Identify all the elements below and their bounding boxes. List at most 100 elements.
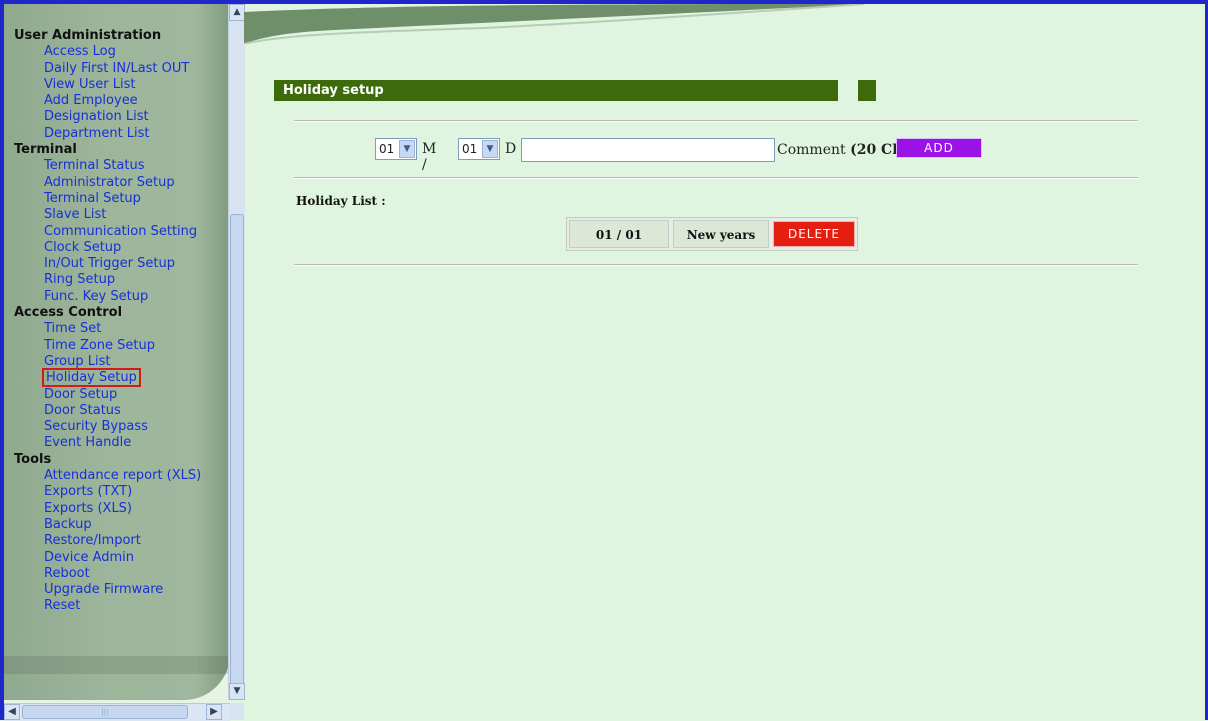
sidebar-item-label: Slave List bbox=[44, 207, 107, 223]
sidebar-item-label: Communication Setting bbox=[44, 223, 198, 239]
sidebar-item-restore-import[interactable]: Restore/Import bbox=[14, 533, 201, 549]
chevron-down-icon[interactable]: ▼ bbox=[482, 140, 498, 158]
sidebar-horizontal-scrollbar[interactable]: ◀ ||| ▶ bbox=[4, 703, 230, 721]
sidebar-item-label: Daily First IN/Last OUT bbox=[44, 60, 190, 76]
sidebar-item-label: Security Bypass bbox=[44, 419, 148, 435]
sidebar-item-label: Time Set bbox=[44, 321, 102, 337]
sidebar-item-func-key-setup[interactable]: Func. Key Setup bbox=[14, 289, 201, 305]
sidebar-item-group-list[interactable]: Group List bbox=[14, 354, 201, 370]
sidebar-item-label: Exports (TXT) bbox=[44, 484, 133, 500]
sidebar-section-title: User Administration bbox=[14, 28, 162, 43]
sidebar-section-title: Access Control bbox=[14, 305, 123, 321]
sidebar-item-label: Group List bbox=[44, 353, 111, 369]
scroll-up-icon[interactable]: ▲ bbox=[229, 4, 245, 21]
scroll-left-icon[interactable]: ◀ bbox=[4, 704, 20, 720]
sidebar-item-department-list[interactable]: Department List bbox=[14, 126, 201, 142]
holiday-comment: New years bbox=[673, 220, 769, 248]
sidebar-vertical-scrollbar[interactable]: ▲ ▼ bbox=[228, 4, 245, 700]
sidebar-item-add-employee[interactable]: Add Employee bbox=[14, 93, 201, 109]
day-label: D bbox=[505, 141, 517, 157]
page-title: Holiday setup bbox=[274, 80, 838, 101]
sidebar-item-terminal-status[interactable]: Terminal Status bbox=[14, 158, 201, 174]
chevron-down-icon[interactable]: ▼ bbox=[399, 140, 415, 158]
sidebar-item-clock-setup[interactable]: Clock Setup bbox=[14, 240, 201, 256]
sidebar-item-label: Time Zone Setup bbox=[44, 337, 156, 353]
sidebar-item-security-bypass[interactable]: Security Bypass bbox=[14, 419, 201, 435]
title-decoration bbox=[858, 80, 876, 101]
delete-button[interactable]: DELETE bbox=[773, 221, 855, 247]
sidebar-item-exports-txt[interactable]: Exports (TXT) bbox=[14, 484, 201, 500]
scrollbar-corner bbox=[230, 703, 244, 720]
divider-middle bbox=[294, 177, 1138, 179]
sidebar-item-daily-first-in-last-out[interactable]: Daily First IN/Last OUT bbox=[14, 61, 201, 77]
sidebar-item-terminal-setup[interactable]: Terminal Setup bbox=[14, 191, 201, 207]
sidebar-item-communication-setting[interactable]: Communication Setting bbox=[14, 224, 201, 240]
day-value: 01 bbox=[462, 142, 478, 156]
sidebar-item-holiday-setup[interactable]: Holiday Setup bbox=[14, 368, 201, 388]
sidebar-item-door-setup[interactable]: Door Setup bbox=[14, 387, 201, 403]
sidebar-item-label: Backup bbox=[44, 516, 92, 532]
sidebar-item-time-set[interactable]: Time Set bbox=[14, 321, 201, 337]
sidebar-item-label: Door Status bbox=[44, 402, 121, 418]
scroll-thumb-horizontal[interactable]: ||| bbox=[22, 705, 188, 719]
divider-top bbox=[294, 120, 1138, 122]
sidebar-item-reboot[interactable]: Reboot bbox=[14, 566, 201, 582]
sidebar: User Administration Access Log Daily First… bbox=[4, 4, 228, 704]
sidebar-item-attendance-report-xls[interactable]: Attendance report (XLS) bbox=[14, 468, 201, 484]
sidebar-item-time-zone-setup[interactable]: Time Zone Setup bbox=[14, 338, 201, 354]
sidebar-item-label: Restore/Import bbox=[44, 533, 141, 549]
sidebar-section-title: Tools bbox=[14, 451, 52, 467]
sidebar-item-upgrade-firmware[interactable]: Upgrade Firmware bbox=[14, 582, 201, 598]
sidebar-item-label: View User List bbox=[44, 76, 136, 92]
sidebar-item-slave-list[interactable]: Slave List bbox=[14, 207, 201, 223]
sidebar-section-title: Terminal bbox=[14, 142, 77, 158]
sidebar-item-label: Reboot bbox=[44, 565, 90, 581]
sidebar-item-label: Door Setup bbox=[44, 386, 118, 402]
sidebar-item-label: Administrator Setup bbox=[44, 174, 175, 190]
sidebar-item-label: Ring Setup bbox=[44, 272, 116, 288]
sidebar-item-label: Reset bbox=[44, 598, 81, 614]
sidebar-item-administrator-setup[interactable]: Administrator Setup bbox=[14, 175, 201, 191]
scroll-thumb[interactable] bbox=[230, 214, 244, 686]
sidebar-item-designation-list[interactable]: Designation List bbox=[14, 109, 201, 125]
sidebar-item-label: Clock Setup bbox=[44, 239, 122, 255]
comment-input[interactable] bbox=[521, 138, 775, 162]
sidebar-item-label: Designation List bbox=[44, 109, 149, 125]
holiday-list-label: Holiday List : bbox=[296, 194, 386, 208]
month-label: M / bbox=[422, 141, 437, 173]
add-button[interactable]: ADD bbox=[896, 138, 982, 158]
divider-bottom bbox=[294, 264, 1138, 266]
sidebar-item-label: Holiday Setup bbox=[42, 368, 141, 388]
sidebar-item-view-user-list[interactable]: View User List bbox=[14, 77, 201, 93]
sidebar-item-label: Device Admin bbox=[44, 549, 135, 565]
comment-label-text: Comment bbox=[777, 142, 846, 158]
sidebar-item-exports-xls[interactable]: Exports (XLS) bbox=[14, 501, 201, 517]
sidebar-item-ring-setup[interactable]: Ring Setup bbox=[14, 272, 201, 288]
sidebar-item-label: Terminal Status bbox=[44, 158, 145, 174]
header-swoosh-graphic bbox=[244, 4, 864, 44]
month-select[interactable]: 01 ▼ bbox=[375, 138, 417, 160]
sidebar-item-reset[interactable]: Reset bbox=[14, 598, 201, 614]
sidebar-item-access-log[interactable]: Access Log bbox=[14, 44, 201, 60]
sidebar-item-label: Terminal Setup bbox=[44, 190, 141, 206]
sidebar-item-label: Func. Key Setup bbox=[44, 288, 149, 304]
sidebar-item-label: Event Handle bbox=[44, 435, 132, 451]
sidebar-item-label: In/Out Trigger Setup bbox=[44, 256, 175, 272]
sidebar-item-label: Add Employee bbox=[44, 93, 138, 109]
sidebar-item-device-admin[interactable]: Device Admin bbox=[14, 550, 201, 566]
sidebar-item-door-status[interactable]: Door Status bbox=[14, 403, 201, 419]
sidebar-item-event-handle[interactable]: Event Handle bbox=[14, 435, 201, 451]
sidebar-shadow bbox=[4, 656, 228, 674]
sidebar-item-in-out-trigger-setup[interactable]: In/Out Trigger Setup bbox=[14, 256, 201, 272]
scroll-right-icon[interactable]: ▶ bbox=[206, 704, 222, 720]
holiday-list-table: 01 / 01 New years DELETE bbox=[566, 217, 858, 251]
sidebar-item-label: Exports (XLS) bbox=[44, 500, 133, 516]
sidebar-item-label: Attendance report (XLS) bbox=[44, 468, 202, 484]
sidebar-item-backup[interactable]: Backup bbox=[14, 517, 201, 533]
day-select[interactable]: 01 ▼ bbox=[458, 138, 500, 160]
holiday-date: 01 / 01 bbox=[569, 220, 669, 248]
sidebar-item-label: Department List bbox=[44, 125, 150, 141]
scroll-down-icon[interactable]: ▼ bbox=[229, 683, 245, 700]
sidebar-item-label: Upgrade Firmware bbox=[44, 582, 164, 598]
sidebar-menu: User Administration Access Log Daily First… bbox=[14, 28, 201, 615]
